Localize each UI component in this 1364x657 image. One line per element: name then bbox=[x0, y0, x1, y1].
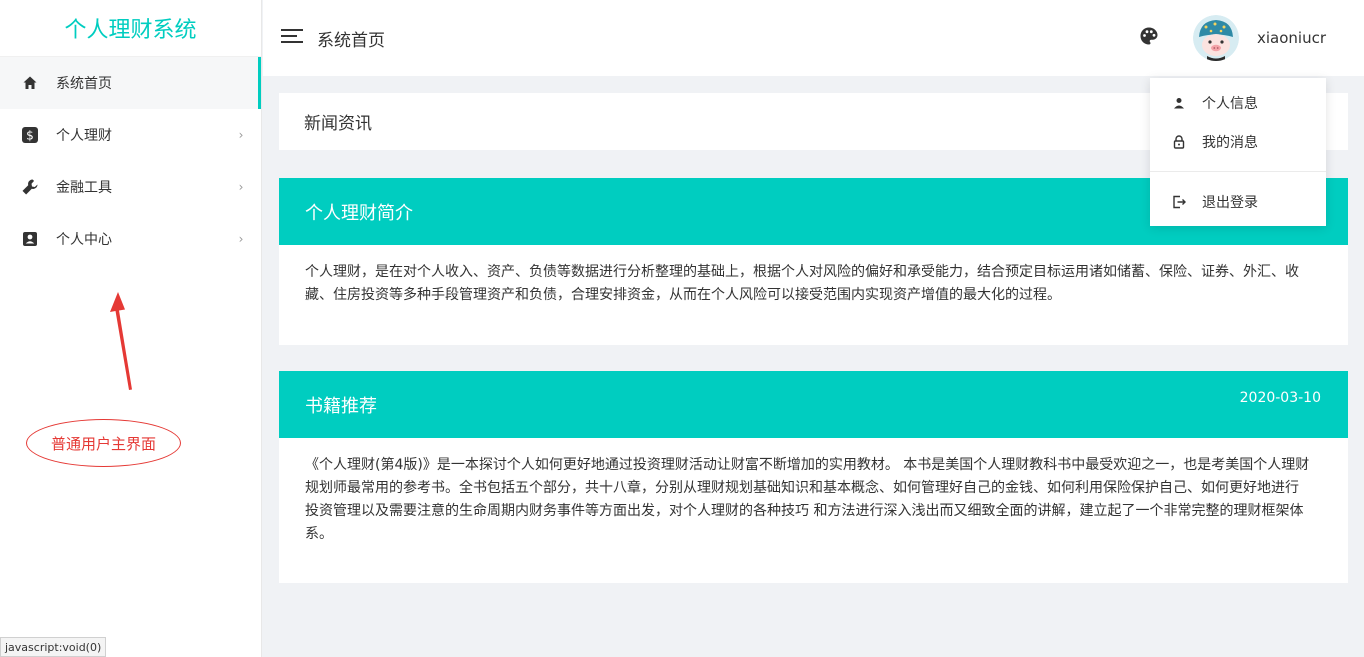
menu-item-logout[interactable]: 退出登录 bbox=[1150, 182, 1326, 221]
logout-icon bbox=[1172, 195, 1186, 209]
annotation-arrow-icon bbox=[110, 292, 132, 390]
user-dropdown-menu: 个人信息 我的消息 退出登录 bbox=[1150, 78, 1326, 226]
username[interactable]: xiaoniucr bbox=[1257, 29, 1326, 47]
home-icon bbox=[20, 73, 40, 93]
sidebar-item-label: 个人中心 bbox=[56, 232, 112, 248]
card-title: 个人理财简介 bbox=[305, 202, 413, 224]
menu-item-messages[interactable]: 我的消息 bbox=[1150, 122, 1326, 161]
sidebar-item-label: 系统首页 bbox=[56, 76, 112, 92]
menu-item-profile[interactable]: 个人信息 bbox=[1150, 83, 1326, 122]
header-right: xiaoniucr bbox=[1139, 15, 1326, 61]
palette-icon[interactable] bbox=[1139, 26, 1159, 50]
chevron-right-icon: › bbox=[238, 128, 244, 142]
sidebar-item-label: 金融工具 bbox=[56, 180, 112, 196]
card-body: 个人理财，是在对个人收入、资产、负债等数据进行分析整理的基础上，根据个人对风险的… bbox=[305, 264, 1299, 303]
card-title: 书籍推荐 bbox=[305, 395, 377, 417]
dollar-icon: $ bbox=[20, 125, 40, 145]
menu-item-label: 个人信息 bbox=[1202, 95, 1258, 112]
top-header: 系统首页 xiaoniucr bbox=[263, 0, 1364, 76]
card-date: 2020-03-10 bbox=[1239, 390, 1321, 406]
card-body: 《个人理财(第4版)》是一本探讨个人如何更好地通过投资理财活动让财富不断增加的实… bbox=[305, 457, 1310, 542]
page-title: 系统首页 bbox=[317, 30, 385, 51]
card-header: 书籍推荐 2020-03-10 bbox=[279, 371, 1348, 438]
contact-card-icon bbox=[20, 229, 40, 249]
sidebar-item-home[interactable]: 系统首页 bbox=[0, 57, 261, 109]
sidebar-menu: 系统首页 $ 个人理财 › 金融工具 › 个人中心 › bbox=[0, 57, 261, 265]
browser-status-bar: javascript:void(0) bbox=[0, 637, 107, 657]
book-recommend-card: 书籍推荐 2020-03-10 《个人理财(第4版)》是一本探讨个人如何更好地通… bbox=[279, 371, 1348, 583]
avatar[interactable] bbox=[1192, 15, 1239, 61]
brand-title: 个人理财系统 bbox=[0, 0, 261, 57]
hamburger-menu-icon[interactable] bbox=[281, 27, 303, 49]
sidebar-item-personal-finance[interactable]: $ 个人理财 › bbox=[0, 109, 261, 161]
sidebar-item-label: 个人理财 bbox=[56, 128, 112, 144]
sidebar-item-personal-center[interactable]: 个人中心 › bbox=[0, 213, 261, 265]
annotation-label: 普通用户主界面 bbox=[26, 419, 181, 467]
user-icon bbox=[1172, 96, 1186, 110]
chevron-right-icon: › bbox=[238, 232, 244, 246]
svg-text:$: $ bbox=[26, 129, 34, 143]
menu-divider bbox=[1150, 171, 1326, 172]
lock-icon bbox=[1172, 134, 1186, 149]
menu-item-label: 退出登录 bbox=[1202, 194, 1258, 211]
news-title: 新闻资讯 bbox=[304, 114, 372, 134]
sidebar-item-financial-tools[interactable]: 金融工具 › bbox=[0, 161, 261, 213]
chevron-right-icon: › bbox=[238, 180, 244, 194]
wrench-icon bbox=[20, 177, 40, 197]
menu-item-label: 我的消息 bbox=[1202, 134, 1258, 151]
